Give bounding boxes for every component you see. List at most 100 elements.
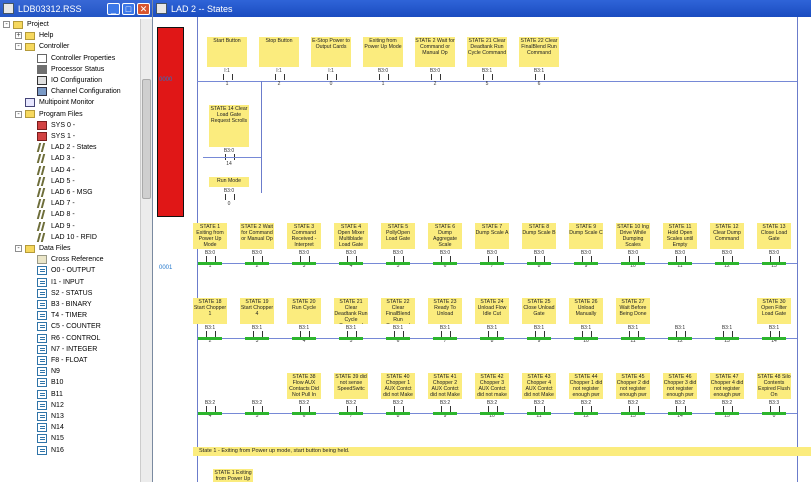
tree-item[interactable]: S2 - STATUS xyxy=(27,288,92,299)
tree-item[interactable]: Multipoint Monitor xyxy=(15,97,94,108)
tree-item[interactable]: B3 - BINARY xyxy=(27,299,92,310)
xic-contact[interactable]: B3:0 2 xyxy=(244,251,270,269)
xic-contact[interactable]: B3:2 15 xyxy=(714,401,740,419)
xic-contact[interactable]: B3:1 11 xyxy=(620,326,646,344)
tree-item[interactable]: LAD 4 - xyxy=(27,165,75,176)
tree-item[interactable]: - Project xyxy=(3,19,49,30)
tree-item[interactable]: B11 xyxy=(27,389,63,400)
tree-item[interactable]: LAD 9 - xyxy=(27,221,75,232)
xic-contact[interactable]: B3:2 12 xyxy=(573,401,599,419)
tree-item[interactable]: Channel Configuration xyxy=(27,86,121,97)
xic-contact[interactable]: B3:0 3 xyxy=(291,251,317,269)
tree-item[interactable]: Processor Status xyxy=(27,64,104,75)
xic-contact[interactable]: B3:0 8 xyxy=(526,251,552,269)
xic-contact[interactable]: B3:0 5 xyxy=(385,251,411,269)
project-title-bar[interactable]: LDB03312.RSS _ □ ✕ xyxy=(0,0,152,17)
tree-item[interactable]: I1 - INPUT xyxy=(27,277,84,288)
xic-contact[interactable]: B3:1 13 xyxy=(714,326,740,344)
xic-contact[interactable]: B3:1 4 xyxy=(291,326,317,344)
xic-contact[interactable]: B3:2 13 xyxy=(620,401,646,419)
collapse-icon[interactable]: - xyxy=(15,43,22,51)
xic-contact[interactable]: B3:0 9 xyxy=(573,251,599,269)
tree-item[interactable]: LAD 8 - xyxy=(27,209,75,220)
ladder-canvas[interactable]: 0000 0001 State 1 - Exiting from Power u… xyxy=(153,17,811,482)
xic-contact[interactable]: B3:1 3 xyxy=(244,326,270,344)
xic-contact[interactable]: B3:0 2 xyxy=(422,69,448,87)
xic-contact[interactable]: B3:2 10 xyxy=(479,401,505,419)
xic-contact[interactable]: B3:1 14 xyxy=(761,326,787,344)
xic-contact[interactable]: B3:0 12 xyxy=(714,251,740,269)
xic-contact[interactable]: B3:2 8 xyxy=(385,401,411,419)
xic-contact[interactable]: B3:1 5 xyxy=(338,326,364,344)
tree-item[interactable]: N15 xyxy=(27,433,64,444)
xic-contact[interactable]: I:1 2 xyxy=(266,69,292,87)
xic-contact[interactable]: B3:0 1 xyxy=(370,69,396,87)
expand-icon[interactable]: + xyxy=(15,32,22,40)
tree-item[interactable]: T4 - TIMER xyxy=(27,310,87,321)
tree-item[interactable]: IO Configuration xyxy=(27,75,102,86)
xic-contact[interactable]: B3:2 4 xyxy=(197,401,223,419)
minimize-button[interactable]: _ xyxy=(107,2,120,15)
collapse-icon[interactable]: - xyxy=(15,245,22,252)
scrollbar-thumb[interactable] xyxy=(142,79,151,199)
collapse-icon[interactable]: - xyxy=(3,21,10,28)
xic-contact[interactable]: B3:0 1 xyxy=(197,251,223,269)
xic-contact[interactable]: B3:2 7 xyxy=(338,401,364,419)
tree-item[interactable]: F8 - FLOAT xyxy=(27,355,87,366)
xic-contact[interactable]: B3:0 10 xyxy=(620,251,646,269)
tree-item[interactable]: LAD 5 - xyxy=(27,176,75,187)
xic-contact[interactable]: B3:1 5 xyxy=(474,69,500,87)
xic-contact[interactable]: B3:1 12 xyxy=(667,326,693,344)
xic-contact[interactable]: B3:0 6 xyxy=(432,251,458,269)
xic-contact[interactable]: B3:0 11 xyxy=(667,251,693,269)
xic-contact[interactable]: B3:0 0 xyxy=(216,189,242,207)
project-tree-scrollbar[interactable] xyxy=(140,19,152,482)
tree-item[interactable]: SYS 0 - xyxy=(27,120,75,131)
tree-item[interactable]: LAD 6 - MSG xyxy=(27,187,93,198)
tree-item[interactable]: - Controller xyxy=(15,41,69,52)
xic-contact[interactable]: B3:2 5 xyxy=(244,401,270,419)
xic-contact[interactable]: B3:2 9 xyxy=(432,401,458,419)
maximize-button[interactable]: □ xyxy=(122,2,135,15)
tree-item[interactable]: Cross Reference xyxy=(27,254,104,265)
tree-item[interactable]: N16 xyxy=(27,445,64,456)
tree-item[interactable]: N14 xyxy=(27,422,64,433)
tree-item[interactable]: LAD 10 - RFID xyxy=(27,232,97,243)
tree-item[interactable]: R6 - CONTROL xyxy=(27,333,100,344)
xic-contact[interactable]: B3:0 7 xyxy=(479,251,505,269)
tree-item[interactable]: C5 - COUNTER xyxy=(27,321,101,332)
xic-contact[interactable]: B3:3 0 xyxy=(761,401,787,419)
xic-contact[interactable]: B3:1 7 xyxy=(432,326,458,344)
tree-item[interactable]: N12 xyxy=(27,400,64,411)
xic-contact[interactable]: B3:1 6 xyxy=(385,326,411,344)
xic-contact[interactable]: B3:0 4 xyxy=(338,251,364,269)
tree-item[interactable]: LAD 3 - xyxy=(27,153,75,164)
ladder-title-bar[interactable]: LAD 2 -- States xyxy=(153,0,811,17)
xic-contact[interactable]: B3:1 9 xyxy=(526,326,552,344)
xic-contact[interactable]: B3:1 2 xyxy=(197,326,223,344)
xic-contact[interactable]: B3:2 11 xyxy=(526,401,552,419)
xic-contact[interactable]: B3:1 10 xyxy=(573,326,599,344)
xic-contact[interactable]: B3:2 6 xyxy=(291,401,317,419)
close-button[interactable]: ✕ xyxy=(137,2,150,15)
tree-item[interactable]: N7 - INTEGER xyxy=(27,344,97,355)
tree-item[interactable]: B10 xyxy=(27,377,63,388)
tree-item[interactable]: N9 xyxy=(27,366,60,377)
tree-item[interactable]: O0 - OUTPUT xyxy=(27,265,95,276)
xic-contact[interactable]: B3:0 13 xyxy=(761,251,787,269)
tree-item[interactable]: + Help xyxy=(15,30,53,41)
xic-contact[interactable]: I:1 0 xyxy=(318,69,344,87)
xic-contact[interactable]: B3:0 14 xyxy=(216,149,242,167)
tree-item[interactable]: Controller Properties xyxy=(27,53,115,64)
collapse-icon[interactable]: - xyxy=(15,110,22,118)
xic-contact[interactable]: B3:1 8 xyxy=(479,326,505,344)
xic-contact[interactable]: B3:2 14 xyxy=(667,401,693,419)
tree-item[interactable]: LAD 2 - States xyxy=(27,142,97,153)
tree-item[interactable]: N13 xyxy=(27,411,64,422)
xic-contact[interactable]: I:1 1 xyxy=(214,69,240,87)
tree-item[interactable]: SYS 1 - xyxy=(27,131,75,142)
xic-contact[interactable]: B3:1 6 xyxy=(526,69,552,87)
tree-item[interactable]: LAD 7 - xyxy=(27,198,75,209)
tree-item[interactable]: - Program Files xyxy=(15,109,83,120)
tree-item[interactable]: - Data Files xyxy=(15,243,71,254)
